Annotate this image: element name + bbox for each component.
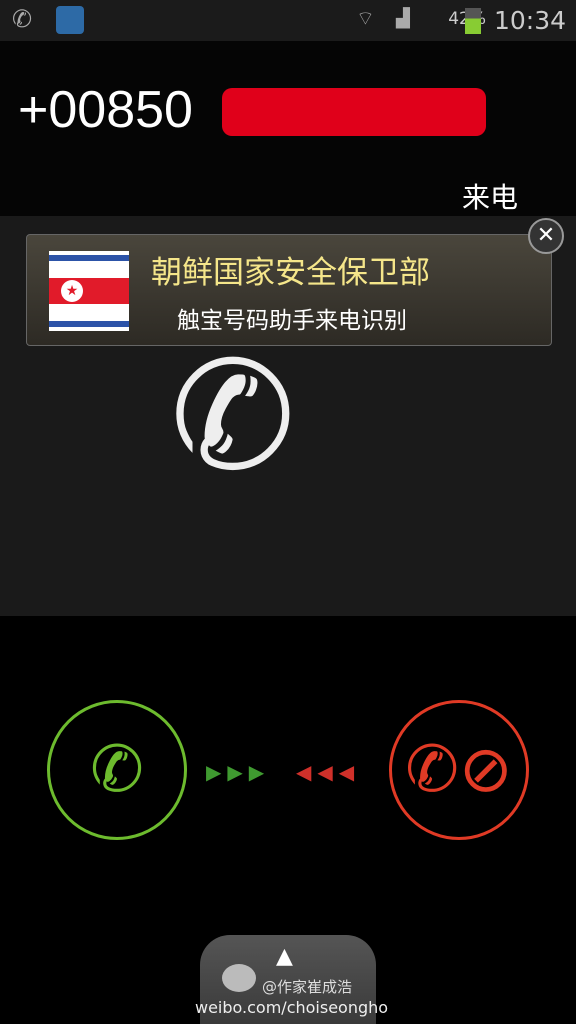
watermark-handle: @作家崔成浩 — [262, 978, 353, 996]
caller-id-source: 触宝号码助手来电识别 — [177, 308, 407, 334]
reject-arrows: ◀◀◀ — [296, 760, 361, 784]
redaction-scribble — [222, 88, 486, 136]
battery-charging-icon — [465, 8, 481, 34]
north-korea-flag-icon: ★ — [49, 251, 129, 331]
signal-icon: ▟ — [396, 8, 410, 29]
status-bar: ✆ ⌔ ▟ 42% 10:34 — [0, 0, 576, 41]
close-card-button[interactable]: ✕ — [528, 218, 564, 254]
phone-number: +00850 — [18, 81, 193, 139]
reject-phone-icon: ✆⊘ — [405, 733, 513, 807]
watermark-url: weibo.com/choiseongho — [195, 998, 389, 1017]
reject-call-button[interactable]: ✆⊘ — [389, 700, 529, 840]
caller-id-card: ★ 朝鲜国家安全保卫部 触宝号码助手来电识别 — [26, 234, 552, 346]
wifi-icon: ⌔ — [356, 6, 375, 30]
handset-icon: ✆ — [170, 330, 296, 504]
call-app-icon — [56, 6, 84, 34]
phone-icon: ✆ — [12, 5, 33, 33]
drawer-up-arrow-icon[interactable]: ▲ — [276, 944, 293, 969]
incoming-call-label: 来电 — [461, 181, 518, 214]
accept-call-button[interactable]: ✆ — [47, 700, 187, 840]
accept-phone-icon: ✆ — [90, 733, 144, 807]
accept-arrows: ▶▶▶ — [206, 760, 271, 784]
clock: 10:34 — [493, 6, 566, 35]
weibo-logo-icon — [222, 964, 256, 992]
caller-name: 朝鲜国家安全保卫部 — [151, 255, 430, 291]
